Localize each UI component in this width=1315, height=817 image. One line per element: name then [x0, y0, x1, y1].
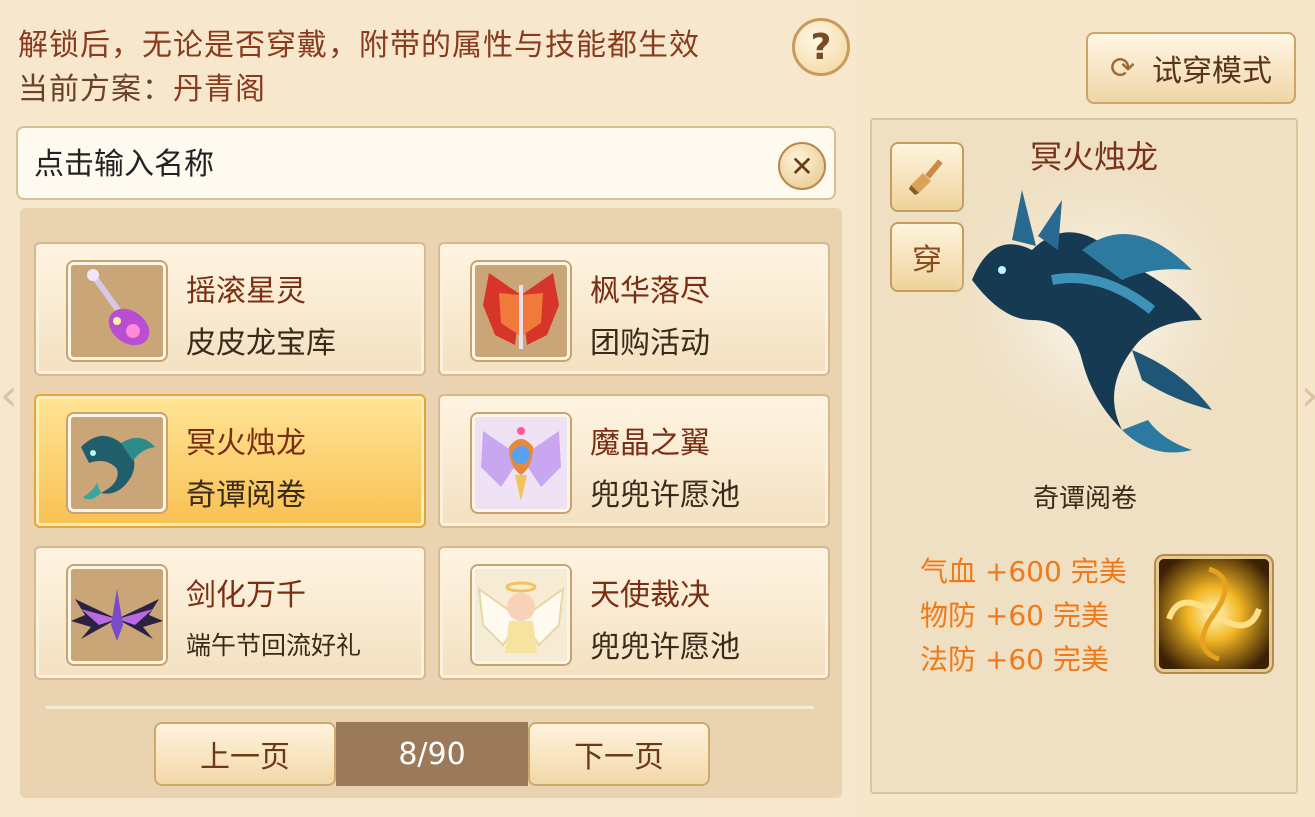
item-card[interactable]: 枫华落尽 团购活动 [438, 242, 830, 376]
item-grid: 摇滚星灵 皮皮龙宝库 枫华落尽 团购活动 冥火烛龙 奇谭阅卷 魔晶之翼 兜兜许愿… [20, 208, 842, 798]
unlock-notice: 解锁后，无论是否穿戴，附带的属性与技能都生效 当前方案：丹青阁 [18, 24, 700, 112]
pager: 上一页 8/90 下一页 [154, 722, 710, 786]
stat-hp: 气血 +600 完美 [920, 555, 1127, 588]
maple-wings-icon [472, 262, 570, 360]
preview-item-source: 奇谭阅卷 [1032, 484, 1137, 514]
item-card[interactable]: 天使裁决 兜兜许愿池 [438, 546, 830, 680]
rock-guitar-icon [68, 262, 166, 360]
item-name: 剑化万千 [186, 578, 306, 613]
skill-icon[interactable] [1156, 556, 1272, 672]
stat-magic-defense: 法防 +60 完美 [920, 643, 1109, 676]
notice-text: 解锁后，无论是否穿戴，附带的属性与技能都生效 [18, 28, 700, 63]
item-preview: 冥火烛龙 穿 奇谭阅卷 气血 +600 完美 物防 +60 完美 法防 +60 … [870, 118, 1298, 794]
item-card[interactable]: 魔晶之翼 兜兜许愿池 [438, 394, 830, 528]
scheme-label: 当前方案： [18, 72, 173, 107]
scheme-name: 丹青阁 [173, 72, 266, 107]
chevron-right-icon[interactable]: › [1301, 366, 1315, 426]
item-card[interactable]: 剑化万千 端午节回流好礼 [34, 546, 426, 680]
item-name: 冥火烛龙 [186, 426, 306, 461]
close-icon: ✕ [790, 149, 814, 183]
nether-dragon-illustration [952, 170, 1252, 470]
item-name: 摇滚星灵 [186, 274, 306, 309]
current-scheme: 当前方案：丹青阁 [18, 68, 700, 112]
page-indicator: 8/90 [336, 722, 528, 786]
try-on-mode-button[interactable]: ⟳ 试穿模式 [1086, 32, 1296, 104]
brush-icon [909, 159, 943, 195]
item-name: 天使裁决 [590, 578, 710, 613]
search-box: ✕ [16, 126, 836, 200]
item-source: 皮皮龙宝库 [186, 326, 336, 361]
nether-dragon-icon [68, 414, 166, 512]
item-card-selected[interactable]: 冥火烛龙 奇谭阅卷 [34, 394, 426, 528]
crystal-wings-icon [472, 414, 570, 512]
item-source: 奇谭阅卷 [186, 478, 306, 513]
item-card[interactable]: 摇滚星灵 皮皮龙宝库 [34, 242, 426, 376]
next-page-button[interactable]: 下一页 [528, 722, 710, 786]
item-source: 兜兜许愿池 [590, 630, 740, 665]
question-icon: ? [810, 26, 832, 68]
wear-label: 穿 [912, 243, 942, 278]
clear-search-button[interactable]: ✕ [778, 142, 826, 190]
help-button[interactable]: ? [792, 18, 850, 76]
chevron-left-icon[interactable]: ‹ [0, 366, 14, 426]
sword-wings-icon [68, 566, 166, 664]
item-source: 兜兜许愿池 [590, 478, 740, 513]
try-on-mode-label: 试穿模式 [1152, 54, 1272, 89]
refresh-icon: ⟳ [1110, 51, 1136, 86]
preview-panel: ⟳ 试穿模式 冥火烛龙 穿 奇谭阅卷 气血 +600 完美 物防 +60 完美 … [856, 0, 1315, 817]
wardrobe-panel: 解锁后，无论是否穿戴，附带的属性与技能都生效 当前方案：丹青阁 ? ✕ [0, 0, 856, 817]
item-source: 端午节回流好礼 [186, 631, 362, 660]
angel-wings-icon [472, 566, 570, 664]
item-name: 枫华落尽 [590, 274, 710, 309]
search-input[interactable] [34, 136, 774, 192]
item-source: 团购活动 [590, 326, 710, 361]
pager-divider [46, 706, 814, 709]
stat-physical-defense: 物防 +60 完美 [920, 599, 1109, 632]
prev-page-button[interactable]: 上一页 [154, 722, 336, 786]
item-name: 魔晶之翼 [590, 426, 710, 461]
